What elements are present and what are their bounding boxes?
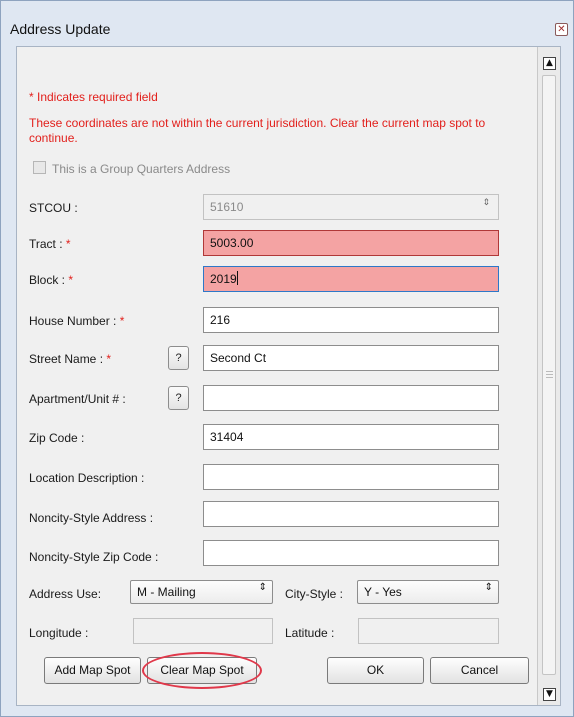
select-arrows-icon: ⇕ <box>258 582 267 593</box>
apartment-input[interactable] <box>203 385 499 411</box>
street-name-label: Street Name : * <box>29 352 111 366</box>
dialog-title: Address Update <box>10 21 111 37</box>
address-use-label: Address Use: <box>29 587 102 601</box>
street-name-input[interactable]: Second Ct <box>203 345 499 371</box>
noncity-address-input[interactable] <box>203 501 499 527</box>
stcou-label: STCOU : <box>29 201 78 215</box>
house-number-input[interactable]: 216 <box>203 307 499 333</box>
ok-button[interactable]: OK <box>327 657 424 684</box>
title-bar: Address Update ✕ <box>1 1 573 41</box>
address-use-select[interactable]: M - Mailing ⇕ <box>130 580 273 604</box>
scroll-up-icon[interactable]: ▲ <box>543 57 556 70</box>
zip-code-input[interactable]: 31404 <box>203 424 499 450</box>
block-label-text: Block : <box>29 273 66 287</box>
tract-required-mark: * <box>65 237 71 251</box>
stcou-value: 51610 <box>210 200 244 214</box>
city-style-label: City-Style : <box>285 587 344 601</box>
text-cursor <box>236 271 238 285</box>
jurisdiction-warning: These coordinates are not within the cur… <box>29 116 486 145</box>
apartment-help-button[interactable]: ? <box>168 386 189 410</box>
clear-map-spot-highlight <box>142 652 262 689</box>
vertical-scrollbar[interactable]: ▲ ▼ <box>537 47 560 705</box>
house-number-required-mark: * <box>119 314 125 328</box>
required-field-note: * Indicates required field <box>29 90 158 104</box>
block-input[interactable]: 2019 <box>203 266 499 292</box>
scroll-down-icon[interactable]: ▼ <box>543 688 556 701</box>
scroll-thumb[interactable] <box>542 75 556 675</box>
tract-input[interactable]: 5003.00 <box>203 230 499 256</box>
house-number-label-text: House Number : <box>29 314 117 328</box>
group-quarters-label: This is a Group Quarters Address <box>52 162 231 176</box>
close-icon[interactable]: ✕ <box>555 23 568 36</box>
longitude-input <box>133 618 273 644</box>
block-value: 2019 <box>210 272 237 286</box>
block-required-mark: * <box>68 273 74 287</box>
latitude-label: Latitude : <box>285 626 335 640</box>
city-style-value: Y - Yes <box>364 585 402 599</box>
spin-arrows-icon: ⇕ <box>482 198 490 208</box>
scroll-grip-icon <box>546 371 553 372</box>
zip-code-label: Zip Code : <box>29 431 85 445</box>
noncity-zip-label: Noncity-Style Zip Code : <box>29 550 159 564</box>
add-map-spot-button[interactable]: Add Map Spot <box>44 657 141 684</box>
tract-label-text: Tract : <box>29 237 63 251</box>
location-description-label: Location Description : <box>29 471 145 485</box>
house-number-label: House Number : * <box>29 314 124 328</box>
street-name-help-button[interactable]: ? <box>168 346 189 370</box>
location-description-input[interactable] <box>203 464 499 490</box>
address-use-value: M - Mailing <box>137 585 196 599</box>
block-label: Block : * <box>29 273 73 287</box>
cancel-button[interactable]: Cancel <box>430 657 529 684</box>
tract-label: Tract : * <box>29 237 71 251</box>
group-quarters-checkbox[interactable] <box>33 161 46 174</box>
street-name-required-mark: * <box>106 352 112 366</box>
select-arrows-icon: ⇕ <box>484 582 493 593</box>
longitude-label: Longitude : <box>29 626 89 640</box>
apartment-label: Apartment/Unit # : <box>29 392 126 406</box>
stcou-spinbox: 51610 ⇕ <box>203 194 499 220</box>
street-name-label-text: Street Name : <box>29 352 104 366</box>
city-style-select[interactable]: Y - Yes ⇕ <box>357 580 499 604</box>
latitude-input <box>358 618 499 644</box>
noncity-zip-input[interactable] <box>203 540 499 566</box>
noncity-address-label: Noncity-Style Address : <box>29 511 154 525</box>
